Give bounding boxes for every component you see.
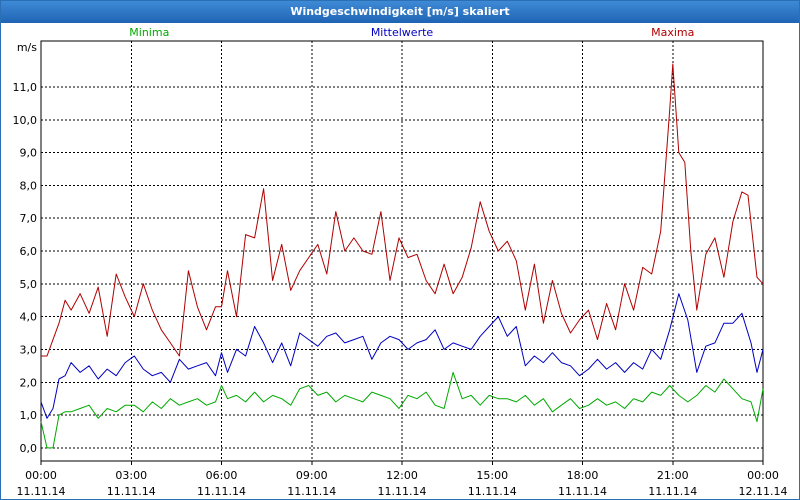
y-tick-label: 9,0	[20, 147, 38, 160]
y-tick-label: 2,0	[20, 376, 38, 389]
x-tick-time-label: 03:00	[115, 469, 147, 482]
x-tick-date-label: 11.11.14	[558, 485, 607, 498]
x-tick-time-label: 18:00	[567, 469, 599, 482]
y-tick-label: 6,0	[20, 245, 38, 258]
x-tick-date-label: 12.11.14	[739, 485, 788, 498]
x-tick-date-label: 11.11.14	[378, 485, 427, 498]
x-tick-time-label: 21:00	[657, 469, 689, 482]
x-tick-time-label: 09:00	[296, 469, 328, 482]
x-tick-time-label: 15:00	[476, 469, 508, 482]
x-tick-date-label: 11.11.14	[648, 485, 697, 498]
x-tick-time-label: 00:00	[25, 469, 57, 482]
y-tick-label: 0,0	[20, 442, 38, 455]
y-tick-label: 1,0	[20, 409, 38, 422]
x-tick-date-label: 11.11.14	[107, 485, 156, 498]
y-tick-label: 10,0	[13, 114, 38, 127]
x-tick-date-label: 11.11.14	[468, 485, 517, 498]
x-tick-time-label: 12:00	[386, 469, 418, 482]
y-tick-label: 4,0	[20, 311, 38, 324]
x-tick-time-label: 00:00	[747, 469, 779, 482]
x-tick-date-label: 11.11.14	[17, 485, 66, 498]
legend-label-maxima: Maxima	[651, 26, 694, 39]
legend-label-mittelwerte: Mittelwerte	[371, 26, 434, 39]
x-tick-time-label: 06:00	[206, 469, 238, 482]
y-tick-label: 3,0	[20, 343, 38, 356]
legend-label-minima: Minima	[129, 26, 169, 39]
y-tick-label: 7,0	[20, 212, 38, 225]
y-tick-label: 5,0	[20, 278, 38, 291]
x-tick-date-label: 11.11.14	[287, 485, 336, 498]
x-tick-date-label: 11.11.14	[197, 485, 246, 498]
y-axis-label: m/s	[17, 41, 37, 54]
y-tick-label: 8,0	[20, 179, 38, 192]
window-title: Windgeschwindigkeit [m/s] skaliert	[1, 1, 799, 23]
y-tick-label: 11,0	[13, 81, 38, 94]
series-line-mittelwerte	[40, 293, 764, 419]
chart-window: Windgeschwindigkeit [m/s] skaliert 0,0 1,…	[0, 0, 800, 500]
wind-speed-chart: 0,0 1,0 2,0 3,0 4,0 5,0 6,0 7,0 8,0 9,0 10,0 11,0 m/…	[13, 26, 788, 498]
